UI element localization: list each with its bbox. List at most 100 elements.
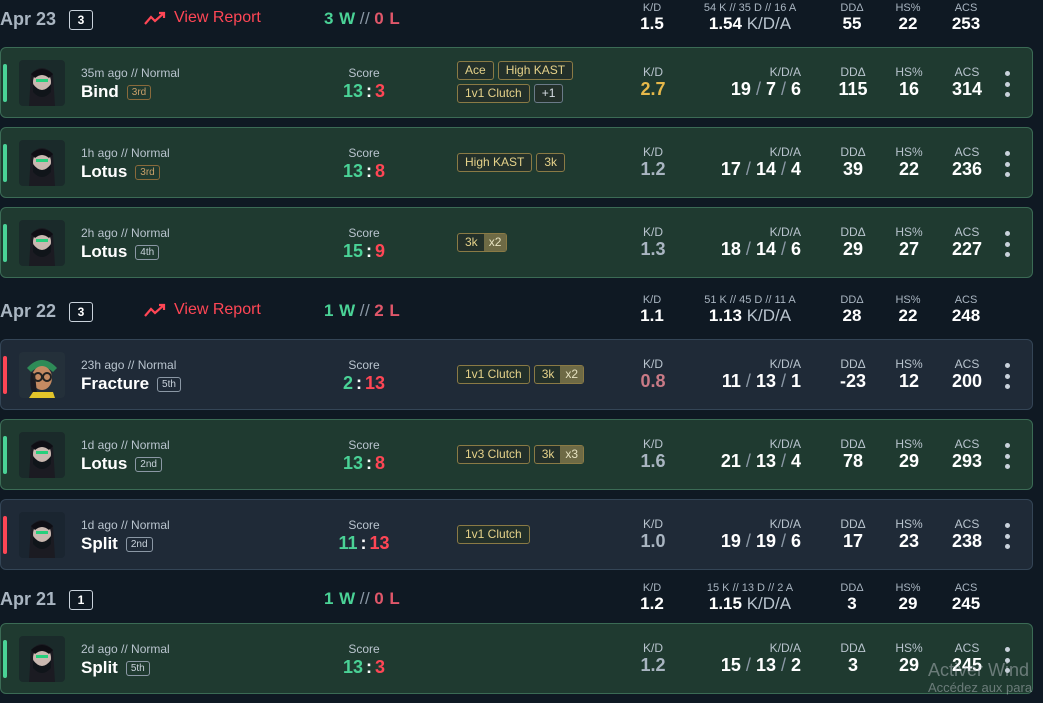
tag-1v1-clutch: 1v1 Clutch <box>457 365 530 384</box>
match-dd: DDΔ 3 <box>840 641 866 675</box>
match-card[interactable]: 1d ago // Normal Split 2nd Score 11:13 1v1… <box>0 499 1033 570</box>
result-bar <box>3 356 7 394</box>
match-dd: DDΔ 17 <box>840 517 866 551</box>
day-header: Apr 21 1 1 W//0 L K/D 1.2 15 K // 13 D //… <box>0 580 1043 620</box>
match-meta: 1d ago // Normal Split 2nd <box>81 518 170 554</box>
tag-high-kast: High KAST <box>457 153 533 172</box>
map-name: Lotus <box>81 162 128 181</box>
match-acs: ACS 238 <box>951 517 983 551</box>
placement-badge: 5th <box>125 660 150 676</box>
achievement-tags: Ace High KAST 1v1 Clutch +1 <box>457 61 597 103</box>
tag-1v1-clutch: 1v1 Clutch <box>457 84 530 103</box>
more-options-icon[interactable] <box>1001 231 1013 257</box>
map-name: Bind <box>81 82 119 101</box>
match-time: 23h ago // Normal <box>81 358 177 372</box>
match-meta: 23h ago // Normal Fracture 5th <box>81 358 181 394</box>
achievement-tags: 1v1 Clutch <box>457 525 597 544</box>
map-name: Split <box>81 534 118 553</box>
day-kda: 15 K // 13 D // 2 A 1.15 K/D/A <box>706 582 794 613</box>
achievement-tags: 1v1 Clutch 3k x2 <box>457 365 607 384</box>
match-card[interactable]: 1d ago // Normal Lotus 2nd Score 13:8 1v3 … <box>0 419 1033 490</box>
match-time: 2d ago // Normal <box>81 642 170 656</box>
tag-3k: 3k x2 <box>457 233 508 252</box>
match-kd: K/D 1.3 <box>640 225 666 259</box>
day-hs: HS% 22 <box>895 294 921 325</box>
agent-avatar-viper <box>19 140 65 186</box>
match-time: 1d ago // Normal <box>81 438 170 452</box>
achievement-tags: 3k x2 <box>457 233 597 252</box>
day-kd: K/D 1.1 <box>640 294 664 325</box>
match-meta: 2d ago // Normal Split 5th <box>81 642 170 678</box>
match-time: 1h ago // Normal <box>81 146 170 160</box>
placement-badge: 2nd <box>125 536 153 552</box>
result-bar <box>3 64 7 102</box>
match-kda: K/D/A 17 / 14 / 4 <box>720 145 801 179</box>
day-hs: HS% 29 <box>895 582 921 613</box>
match-kd: K/D 0.8 <box>640 357 666 391</box>
match-kd: K/D 1.2 <box>640 145 666 179</box>
score: Score 13:3 <box>342 66 386 101</box>
match-card[interactable]: 35m ago // Normal Bind 3rd Score 13:3 Ace … <box>0 47 1033 118</box>
more-options-icon[interactable] <box>1001 523 1013 549</box>
win-loss-summary: 1 W//0 L <box>324 589 401 608</box>
tag-high-kast: High KAST <box>497 61 574 80</box>
tag-3k: 3k x3 <box>533 445 585 464</box>
score: Score 15:9 <box>342 226 386 261</box>
result-bar <box>3 144 7 182</box>
agent-avatar-viper <box>19 636 65 682</box>
more-options-icon[interactable] <box>1001 363 1013 389</box>
match-count-badge: 3 <box>69 10 93 30</box>
match-hs: HS% 29 <box>895 437 923 471</box>
map-name: Lotus <box>81 242 128 261</box>
match-acs: ACS 314 <box>951 65 983 99</box>
match-meta: 2h ago // Normal Lotus 4th <box>81 226 170 262</box>
match-acs: ACS 236 <box>951 145 983 179</box>
match-card[interactable]: 2h ago // Normal Lotus 4th Score 15:9 3k x2… <box>0 207 1033 278</box>
agent-avatar-viper <box>19 60 65 106</box>
match-card[interactable]: 1h ago // Normal Lotus 3rd Score 13:8 High… <box>0 127 1033 198</box>
more-options-icon[interactable] <box>1001 71 1013 97</box>
tag-ace: Ace <box>457 61 494 80</box>
match-kda: K/D/A 19 / 7 / 6 <box>730 65 801 99</box>
score: Score 13:3 <box>342 642 386 677</box>
score: Score 13:8 <box>342 146 386 181</box>
score: Score 13:8 <box>342 438 386 473</box>
placement-badge: 3rd <box>126 84 152 100</box>
match-hs: HS% 22 <box>895 145 923 179</box>
match-kda: K/D/A 19 / 19 / 6 <box>720 517 801 551</box>
match-hs: HS% 23 <box>895 517 923 551</box>
match-kd: K/D 1.6 <box>640 437 666 471</box>
match-dd: DDΔ 78 <box>840 437 866 471</box>
windows-activation-watermark: Activer Wind Accédez aux para <box>928 660 1033 695</box>
placement-badge: 2nd <box>135 456 162 472</box>
match-dd: DDΔ -23 <box>839 357 866 391</box>
match-count-badge: 3 <box>69 302 93 322</box>
day-kda: 54 K // 35 D // 16 A 1.54 K/D/A <box>703 2 797 33</box>
win-loss-summary: 3 W//0 L <box>324 9 401 28</box>
match-acs: ACS 227 <box>951 225 983 259</box>
tag-3k: 3k <box>536 153 566 172</box>
more-options-icon[interactable] <box>1001 151 1013 177</box>
agent-avatar-killjoy <box>19 352 65 398</box>
day-kda: 51 K // 45 D // 11 A 1.13 K/D/A <box>704 294 796 325</box>
placement-badge: 5th <box>157 376 181 392</box>
match-dd: DDΔ 29 <box>840 225 866 259</box>
match-history: Apr 23 3 View Report 3 W//0 L K/D 1.5 54 … <box>0 0 1043 703</box>
day-date: Apr 22 <box>0 301 57 321</box>
match-card[interactable]: 2d ago // Normal Split 5th Score 13:3 K/D 1… <box>0 623 1033 694</box>
achievement-tags: High KAST 3k <box>457 153 597 172</box>
day-date: Apr 23 <box>0 9 57 29</box>
match-kda: K/D/A 21 / 13 / 4 <box>720 437 801 471</box>
result-bar <box>3 224 7 262</box>
view-report-label: View Report <box>174 9 261 26</box>
placement-badge: 3rd <box>135 164 160 180</box>
view-report-link[interactable]: View Report <box>144 9 261 27</box>
losses: 0 L <box>374 9 401 28</box>
more-options-icon[interactable] <box>1001 443 1013 469</box>
view-report-link[interactable]: View Report <box>144 301 261 319</box>
day-dd: DDΔ 28 <box>840 294 864 325</box>
tag-more[interactable]: +1 <box>533 84 564 103</box>
match-card[interactable]: 23h ago // Normal Fracture 5th Score 2:13 … <box>0 339 1033 410</box>
tag-3k: 3k x2 <box>533 365 585 384</box>
day-acs: ACS 253 <box>951 2 981 33</box>
